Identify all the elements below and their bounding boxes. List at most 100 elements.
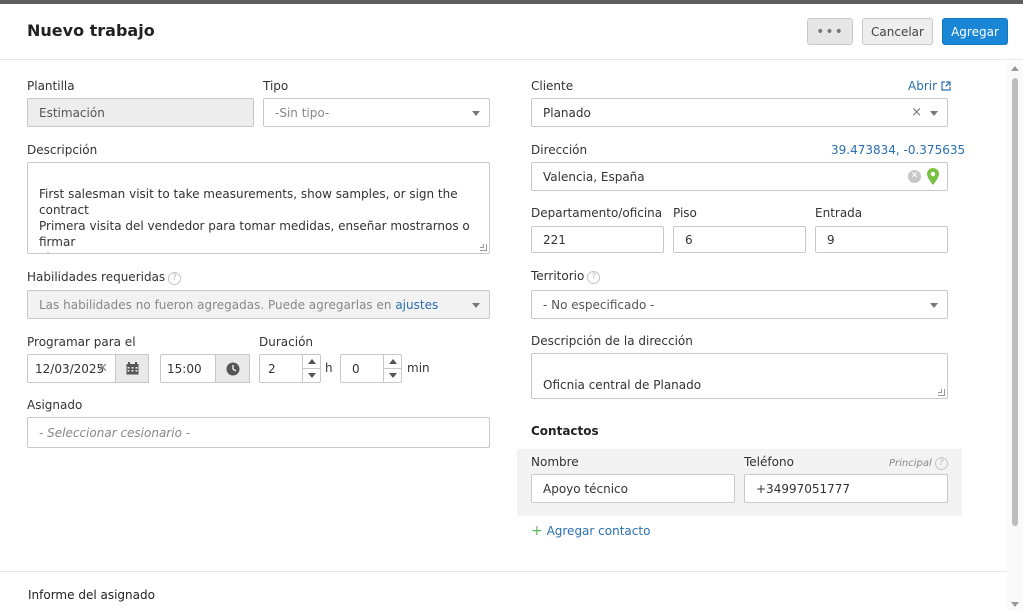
more-options-button[interactable]: ••• xyxy=(807,18,853,45)
piso-value: 6 xyxy=(685,232,693,247)
descripcion-value: First salesman visit to take measurement… xyxy=(39,187,470,253)
scrollbar-thumb[interactable] xyxy=(1012,78,1018,526)
informe-label: Informe del asignado xyxy=(28,588,155,602)
tipo-label: Tipo xyxy=(263,79,289,93)
minutes-stepper[interactable]: 0 xyxy=(340,354,402,383)
clear-icon[interactable]: × xyxy=(911,105,922,120)
decrement-hours[interactable] xyxy=(303,368,320,382)
minutes-spinner[interactable] xyxy=(383,355,401,382)
plus-icon: + xyxy=(531,523,543,539)
cancel-button[interactable]: Cancelar xyxy=(862,18,933,45)
map-pin-icon[interactable] xyxy=(927,168,939,185)
increment-hours[interactable] xyxy=(303,355,320,368)
decrement-minutes[interactable] xyxy=(384,368,401,382)
descripcion-textarea[interactable]: First salesman visit to take measurement… xyxy=(27,162,490,254)
principal-label-text: Principal xyxy=(889,458,932,469)
agregar-contacto-link[interactable]: + Agregar contacto xyxy=(531,523,650,539)
add-button[interactable]: Agregar xyxy=(942,18,1008,45)
minutes-unit: min xyxy=(407,361,430,375)
time-value: 15:00 xyxy=(167,361,202,376)
section-divider xyxy=(0,571,1007,572)
departamento-input[interactable]: 221 xyxy=(531,226,664,253)
chevron-up-icon xyxy=(307,359,316,364)
date-input[interactable]: 12/03/2025 ✕ xyxy=(27,354,116,383)
asignado-placeholder: - Seleccionar cesionario - xyxy=(39,425,191,440)
descripcion-label: Descripción xyxy=(27,143,98,157)
chevron-down-icon xyxy=(307,373,316,378)
resize-handle-icon[interactable] xyxy=(480,244,487,251)
piso-label: Piso xyxy=(673,206,697,220)
habilidades-label: Habilidades requeridas? xyxy=(27,270,182,285)
hours-spinner[interactable] xyxy=(302,355,320,382)
habilidades-select[interactable]: Las habilidades no fueron agregadas. Pue… xyxy=(27,290,490,319)
help-icon[interactable]: ? xyxy=(587,271,601,284)
direccion-value: Valencia, España xyxy=(543,169,645,184)
plantilla-field: Estimación xyxy=(27,98,254,127)
habilidades-label-text: Habilidades requeridas xyxy=(27,270,166,284)
hours-unit: h xyxy=(325,361,333,375)
asignado-select[interactable]: - Seleccionar cesionario - xyxy=(27,417,490,448)
abrir-link[interactable]: Abrir xyxy=(908,79,951,93)
desc-direccion-textarea[interactable]: Oficnia central de Planado xyxy=(531,353,948,399)
page-title: Nuevo trabajo xyxy=(27,21,155,40)
chevron-down-icon xyxy=(472,110,480,116)
contact-phone-value: +34997051777 xyxy=(756,481,851,496)
plantilla-value: Estimación xyxy=(39,105,105,120)
chevron-down-icon xyxy=(472,302,480,308)
hours-value: 2 xyxy=(268,361,276,376)
calendar-button[interactable] xyxy=(115,354,149,383)
departamento-label: Departamento/oficina xyxy=(531,206,663,220)
tipo-placeholder: -Sin tipo- xyxy=(275,105,330,120)
time-input[interactable]: 15:00 xyxy=(160,354,216,383)
clear-icon[interactable]: ✕ xyxy=(908,170,921,183)
cliente-label: Cliente xyxy=(531,79,574,93)
contact-name-input[interactable]: Apoyo técnico xyxy=(531,474,735,503)
territorio-value: - No especificado - xyxy=(543,297,655,312)
scroll-down-icon[interactable] xyxy=(1011,602,1019,607)
abrir-link-text: Abrir xyxy=(908,79,938,93)
help-icon[interactable]: ? xyxy=(168,272,182,285)
agregar-contacto-text: Agregar contacto xyxy=(546,524,651,538)
nombre-label: Nombre xyxy=(531,455,579,469)
cliente-select[interactable]: Planado × xyxy=(531,98,948,127)
coordinates-link[interactable]: 39.473834, -0.375635 xyxy=(831,143,965,157)
habilidades-text: Las habilidades no fueron agregadas. Pue… xyxy=(39,297,392,312)
dialog-header: Nuevo trabajo ••• Cancelar Agregar xyxy=(0,4,1023,60)
desc-direccion-label: Descripción de la dirección xyxy=(531,334,693,348)
resize-handle-icon[interactable] xyxy=(938,389,945,396)
duracion-label: Duración xyxy=(259,335,314,349)
piso-input[interactable]: 6 xyxy=(673,226,806,253)
direccion-label: Dirección xyxy=(531,143,588,157)
clock-button[interactable] xyxy=(215,354,250,383)
help-icon[interactable]: ? xyxy=(934,457,948,470)
asignado-label: Asignado xyxy=(27,398,83,412)
chevron-down-icon xyxy=(930,110,938,116)
chevron-up-icon xyxy=(388,359,397,364)
territorio-label: Territorio? xyxy=(531,269,601,284)
vertical-scrollbar[interactable] xyxy=(1007,62,1023,611)
entrada-input[interactable]: 9 xyxy=(815,226,948,253)
territorio-label-text: Territorio xyxy=(531,269,585,283)
contact-phone-input[interactable]: +34997051777 xyxy=(744,474,948,503)
ajustes-link[interactable]: ajustes xyxy=(395,298,438,312)
territorio-select[interactable]: - No especificado - xyxy=(531,290,948,319)
external-link-icon xyxy=(941,81,951,91)
chevron-down-icon xyxy=(388,373,397,378)
minutes-value: 0 xyxy=(352,361,360,376)
increment-minutes[interactable] xyxy=(384,355,401,368)
chevron-down-icon xyxy=(930,302,938,308)
contact-name-value: Apoyo técnico xyxy=(543,481,628,496)
programar-label: Programar para el xyxy=(27,335,136,349)
scroll-up-icon[interactable] xyxy=(1011,66,1019,71)
telefono-label: Teléfono xyxy=(744,455,794,469)
hours-stepper[interactable]: 2 xyxy=(259,354,321,383)
principal-label: Principal? xyxy=(889,457,948,470)
clear-icon[interactable]: ✕ xyxy=(97,361,108,376)
entrada-label: Entrada xyxy=(815,206,863,220)
departamento-value: 221 xyxy=(543,232,566,247)
tipo-select[interactable]: -Sin tipo- xyxy=(263,98,490,127)
clock-icon xyxy=(226,362,239,375)
direccion-input[interactable]: Valencia, España ✕ xyxy=(531,162,948,191)
calendar-icon xyxy=(126,362,138,375)
desc-direccion-value: Oficnia central de Planado xyxy=(543,378,702,392)
